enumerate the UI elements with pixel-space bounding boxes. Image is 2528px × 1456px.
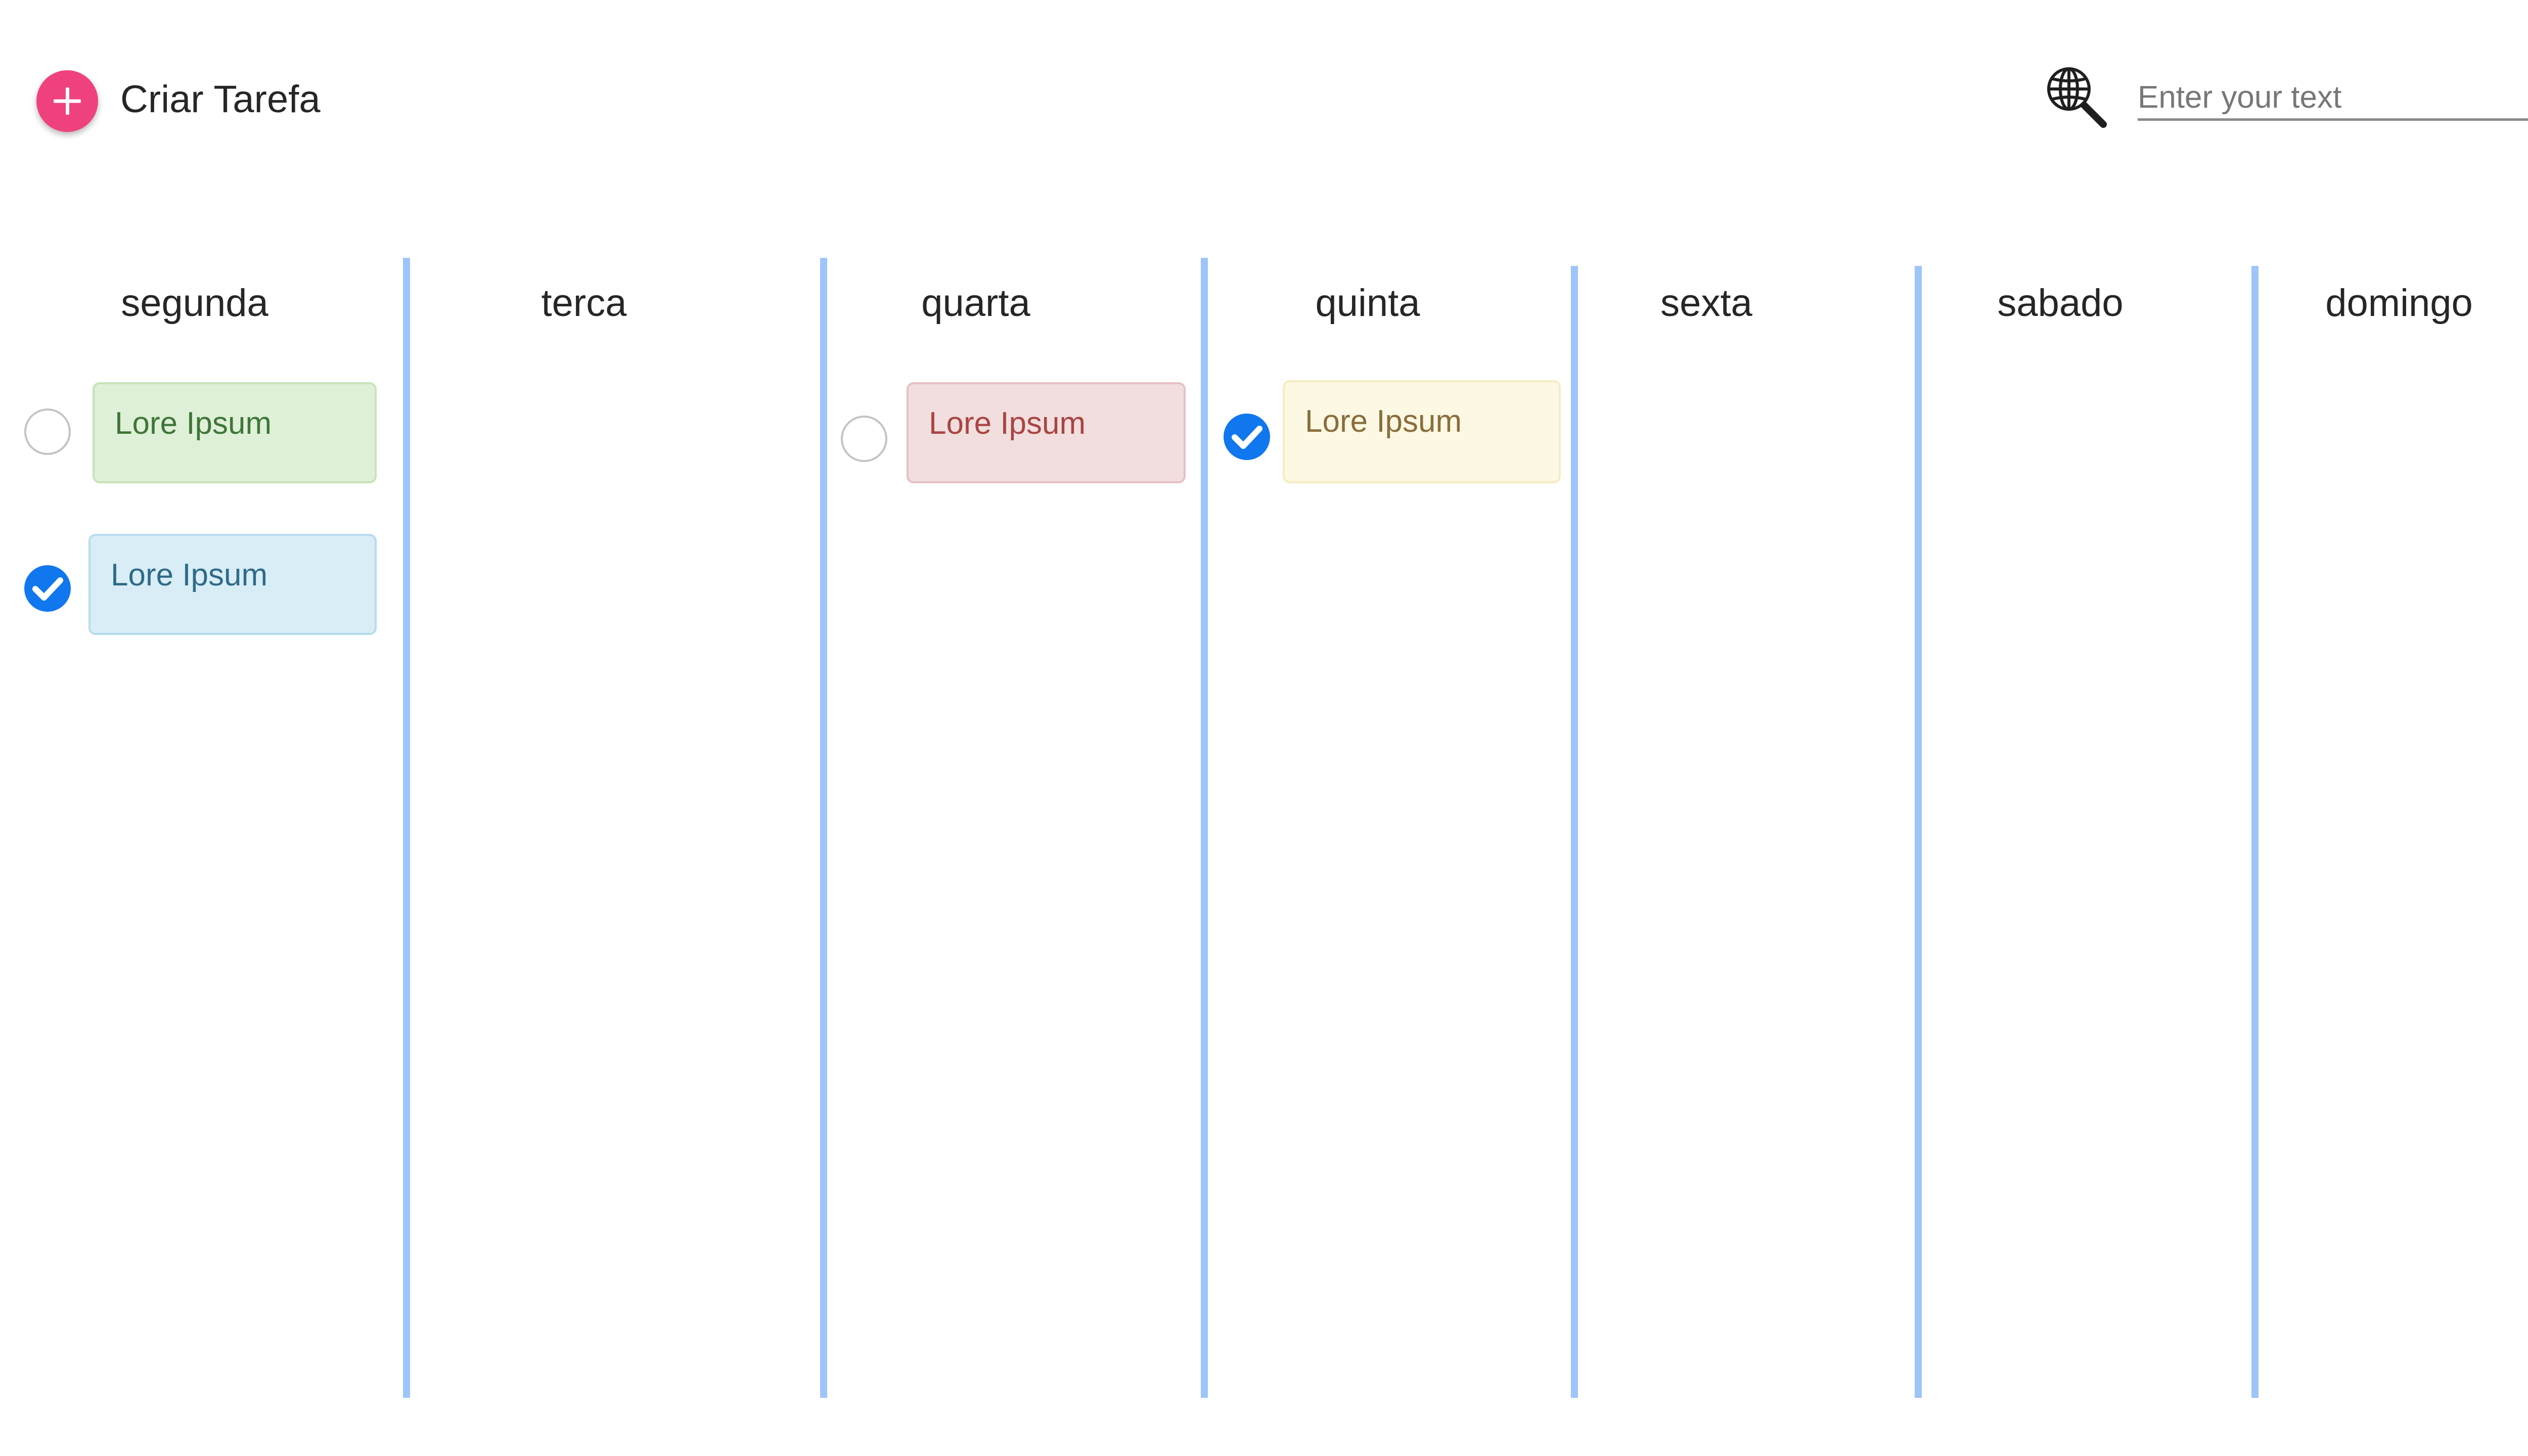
column-divider (1571, 266, 1578, 1398)
task-card[interactable]: Lore Ipsum (93, 382, 377, 483)
task-card[interactable]: Lore Ipsum (1283, 380, 1561, 483)
day-header-terca: terca (541, 282, 627, 325)
plus-icon (54, 87, 81, 115)
task-checkbox-checked[interactable] (1224, 414, 1270, 460)
column-divider (820, 258, 827, 1398)
task-card[interactable]: Lore Ipsum (907, 382, 1186, 483)
search-input[interactable] (2138, 76, 2528, 121)
globe-search-icon[interactable] (2043, 64, 2108, 129)
day-header-quinta: quinta (1315, 282, 1420, 325)
day-header-sabado: sabado (1997, 282, 2124, 325)
column-divider (1201, 258, 1208, 1398)
create-task-label[interactable]: Criar Tarefa (120, 72, 321, 127)
task-checkbox-unchecked[interactable] (841, 416, 887, 462)
column-divider (403, 258, 410, 1398)
weekly-task-board: Criar Tarefa segunda terca quarta quinta… (0, 0, 2528, 1456)
create-task-button[interactable] (36, 70, 98, 132)
day-header-domingo: domingo (2325, 282, 2473, 325)
task-checkbox-unchecked[interactable] (24, 408, 71, 455)
day-header-sexta: sexta (1660, 282, 1752, 325)
day-header-quarta: quarta (921, 282, 1030, 325)
checkmark-icon (1232, 426, 1262, 449)
column-divider (1915, 266, 1922, 1398)
checkmark-icon (32, 577, 63, 601)
column-divider (2251, 266, 2259, 1398)
day-header-segunda: segunda (121, 282, 268, 325)
task-card[interactable]: Lore Ipsum (88, 534, 377, 635)
task-checkbox-checked[interactable] (24, 565, 71, 612)
